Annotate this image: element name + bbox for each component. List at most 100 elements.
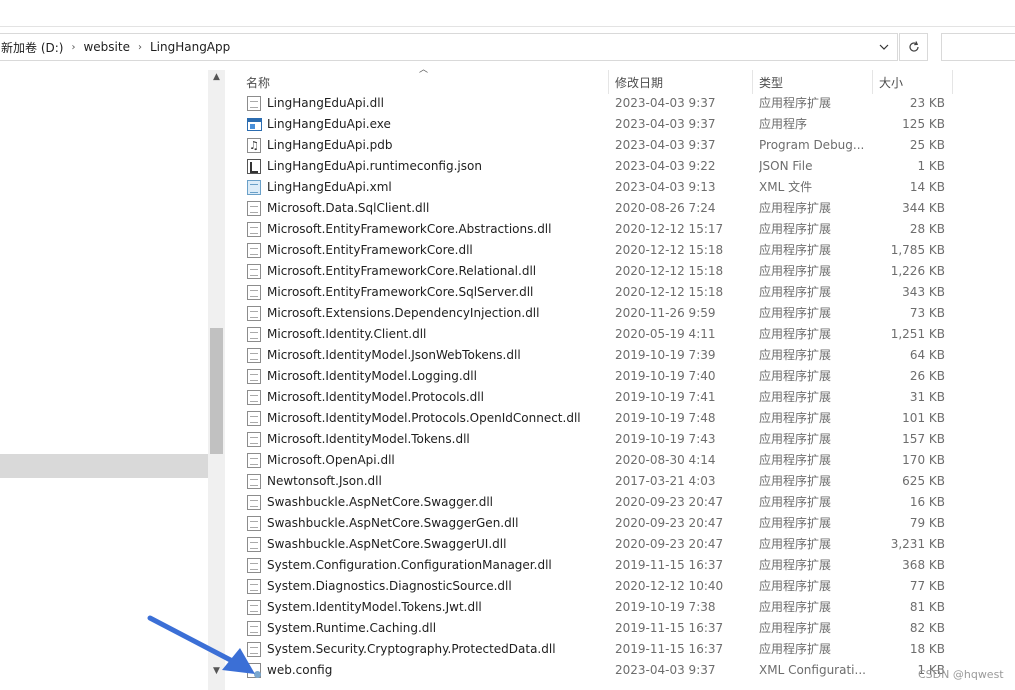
file-row[interactable]: Microsoft.EntityFrameworkCore.Abstractio… xyxy=(240,219,1015,240)
file-row[interactable]: Microsoft.EntityFrameworkCore.Relational… xyxy=(240,261,1015,282)
file-row[interactable]: Swashbuckle.AspNetCore.SwaggerGen.dll 202… xyxy=(240,513,1015,534)
file-row[interactable]: LingHangEduApi.dll 2023-04-03 9:37 应用程序扩展 2… xyxy=(240,93,1015,114)
dll-icon xyxy=(247,222,263,237)
file-name: Microsoft.IdentityModel.Tokens.dll xyxy=(267,432,470,446)
file-type: 应用程序扩展 xyxy=(759,621,832,635)
chevron-right-icon[interactable]: › xyxy=(134,42,146,53)
file-size: 73 KB xyxy=(909,306,945,320)
refresh-button[interactable] xyxy=(899,33,928,61)
dll-icon xyxy=(247,306,261,321)
file-row[interactable]: web.config 2023-04-03 9:37 XML Configurati… xyxy=(240,660,1015,681)
json-icon xyxy=(247,159,263,174)
file-row[interactable]: System.Configuration.ConfigurationManage… xyxy=(240,555,1015,576)
file-size: 16 KB xyxy=(909,495,945,509)
file-type: XML 文件 xyxy=(759,180,813,194)
file-size: 125 KB xyxy=(902,117,945,131)
file-row[interactable]: Microsoft.OpenApi.dll 2020-08-30 4:14 应用程序… xyxy=(240,450,1015,471)
file-row[interactable]: LingHangEduApi.pdb 2023-04-03 9:37 Program… xyxy=(240,135,1015,156)
pdb-icon xyxy=(247,138,263,153)
file-size: 343 KB xyxy=(902,285,945,299)
file-type: 应用程序扩展 xyxy=(759,264,832,278)
file-row[interactable]: Newtonsoft.Json.dll 2017-03-21 4:03 应用程序扩展… xyxy=(240,471,1015,492)
breadcrumb-linghangapp[interactable]: LingHangApp xyxy=(146,40,234,54)
file-row[interactable]: System.Diagnostics.DiagnosticSource.dll 2… xyxy=(240,576,1015,597)
file-row[interactable]: Microsoft.Data.SqlClient.dll 2020-08-26 7… xyxy=(240,198,1015,219)
file-size: 3,231 KB xyxy=(890,537,945,551)
file-date: 2019-11-15 16:37 xyxy=(615,558,724,572)
scrollbar-thumb[interactable] xyxy=(210,328,223,454)
file-row[interactable]: System.IdentityModel.Tokens.Jwt.dll 2019-… xyxy=(240,597,1015,618)
chevron-down-icon[interactable] xyxy=(870,33,898,61)
dll-icon xyxy=(247,453,263,468)
file-type: 应用程序扩展 xyxy=(759,327,832,341)
navigation-pane[interactable] xyxy=(0,70,208,690)
file-type: 应用程序扩展 xyxy=(759,369,832,383)
dll-icon xyxy=(247,474,261,489)
file-date: 2019-10-19 7:40 xyxy=(615,369,716,383)
dll-icon xyxy=(247,264,261,279)
file-date: 2023-04-03 9:13 xyxy=(615,180,716,194)
file-date: 2023-04-03 9:22 xyxy=(615,159,716,173)
file-row[interactable]: Microsoft.IdentityModel.Protocols.dll 201… xyxy=(240,387,1015,408)
file-date: 2020-09-23 20:47 xyxy=(615,516,724,530)
breadcrumb-drive[interactable]: 新加卷 (D:) xyxy=(0,39,67,56)
column-header-name[interactable]: 名称 xyxy=(240,70,608,94)
file-row[interactable]: Microsoft.IdentityModel.Protocols.OpenId… xyxy=(240,408,1015,429)
file-size: 81 KB xyxy=(909,600,945,614)
dll-icon xyxy=(247,558,263,573)
dll-icon xyxy=(247,495,261,510)
chevron-right-icon[interactable]: › xyxy=(67,42,79,53)
file-row[interactable]: Microsoft.IdentityModel.Logging.dll 2019-… xyxy=(240,366,1015,387)
file-size: 1,226 KB xyxy=(890,264,945,278)
file-type: JSON File xyxy=(759,159,813,173)
column-header-date[interactable]: 修改日期 xyxy=(609,70,752,94)
file-row[interactable]: Microsoft.Extensions.DependencyInjection… xyxy=(240,303,1015,324)
file-row[interactable]: System.Security.Cryptography.ProtectedDa… xyxy=(240,639,1015,660)
file-name: LingHangEduApi.runtimeconfig.json xyxy=(267,159,482,173)
title-bar-strip xyxy=(0,0,1015,27)
file-row[interactable]: Microsoft.IdentityModel.Tokens.dll 2019-1… xyxy=(240,429,1015,450)
scroll-up-icon[interactable]: ▲ xyxy=(208,72,225,86)
file-date: 2019-10-19 7:43 xyxy=(615,432,716,446)
file-row[interactable]: LingHangEduApi.runtimeconfig.json 2023-04… xyxy=(240,156,1015,177)
file-row[interactable]: Swashbuckle.AspNetCore.SwaggerUI.dll 2020… xyxy=(240,534,1015,555)
address-bar[interactable]: 新加卷 (D:) › website › LingHangApp xyxy=(0,33,898,61)
dll-icon xyxy=(247,96,263,111)
file-row[interactable]: System.Runtime.Caching.dll 2019-11-15 16:… xyxy=(240,618,1015,639)
pdb-icon xyxy=(247,138,261,153)
file-row[interactable]: Microsoft.IdentityModel.JsonWebTokens.dl… xyxy=(240,345,1015,366)
file-type: 应用程序扩展 xyxy=(759,537,832,551)
dll-icon xyxy=(247,264,263,279)
dll-icon xyxy=(247,432,261,447)
file-name: Microsoft.Extensions.DependencyInjection… xyxy=(267,306,540,320)
dll-icon xyxy=(247,474,263,489)
nav-scrollbar[interactable]: ▲ xyxy=(208,70,225,690)
file-type: 应用程序扩展 xyxy=(759,411,832,425)
file-date: 2023-04-03 9:37 xyxy=(615,663,716,677)
file-type: 应用程序扩展 xyxy=(759,306,832,320)
file-row[interactable]: LingHangEduApi.exe 2023-04-03 9:37 应用程序 125… xyxy=(240,114,1015,135)
dll-icon xyxy=(247,537,261,552)
file-type: 应用程序扩展 xyxy=(759,222,832,236)
file-row[interactable]: LingHangEduApi.xml 2023-04-03 9:13 XML 文件 1… xyxy=(240,177,1015,198)
file-name: Microsoft.EntityFrameworkCore.dll xyxy=(267,243,473,257)
column-divider[interactable] xyxy=(952,70,953,94)
dll-icon xyxy=(247,432,263,447)
file-date: 2020-12-12 15:18 xyxy=(615,285,724,299)
file-size: 18 KB xyxy=(909,642,945,656)
search-input[interactable] xyxy=(941,33,1015,61)
column-header-size[interactable]: 大小 xyxy=(873,70,953,94)
file-type: 应用程序扩展 xyxy=(759,516,832,530)
nav-selected-item[interactable] xyxy=(0,454,208,478)
file-row[interactable]: Microsoft.EntityFrameworkCore.dll 2020-12… xyxy=(240,240,1015,261)
file-row[interactable]: Microsoft.EntityFrameworkCore.SqlServer.… xyxy=(240,282,1015,303)
file-row[interactable]: Swashbuckle.AspNetCore.Swagger.dll 2020-0… xyxy=(240,492,1015,513)
dll-icon xyxy=(247,327,263,342)
column-header-type[interactable]: 类型 xyxy=(753,70,872,94)
file-row[interactable]: Microsoft.Identity.Client.dll 2020-05-19 … xyxy=(240,324,1015,345)
breadcrumb-website[interactable]: website xyxy=(79,40,134,54)
file-list: LingHangEduApi.dll 2023-04-03 9:37 应用程序扩展 2… xyxy=(240,93,1015,681)
file-name: LingHangEduApi.dll xyxy=(267,96,384,110)
file-date: 2019-10-19 7:38 xyxy=(615,600,716,614)
file-size: 23 KB xyxy=(909,96,945,110)
